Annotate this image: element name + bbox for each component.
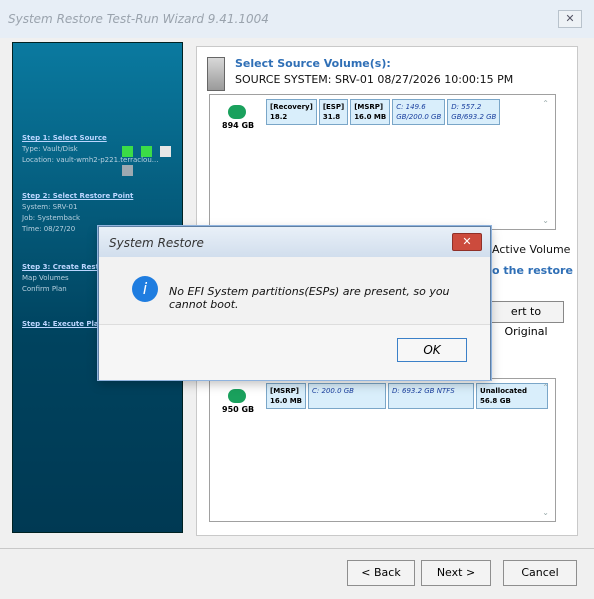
- source-disk-box: 894 GB [Recovery] 18.2 [ESP] 31.8 [MSRP] 16…: [209, 94, 556, 230]
- active-volume-label: Active Volume: [492, 243, 571, 256]
- system-restore-dialog: System Restore ✕ i No EFI System partiti…: [98, 226, 491, 380]
- disk-1[interactable]: 894 GB: [222, 105, 254, 130]
- disk-2-partitions: [MSRP] 16.0 MB C: 200.0 GB D: 693.2 GB NT…: [266, 383, 549, 409]
- back-button[interactable]: < Back: [347, 560, 415, 586]
- next-button[interactable]: Next >: [421, 560, 491, 586]
- source-system-label: SOURCE SYSTEM: SRV-01 08/27/2026 10:00:1…: [235, 73, 514, 86]
- partition-unallocated[interactable]: Unallocated 56.8 GB: [476, 383, 549, 409]
- title-bar: System Restore Test-Run Wizard 9.41.1004…: [0, 0, 594, 38]
- scroll-down-icon-2[interactable]: ⌄: [542, 508, 549, 517]
- scroll-up-icon[interactable]: ⌃: [542, 99, 549, 108]
- disk-2-size: 950 GB: [222, 405, 255, 414]
- progress-square-3: [160, 146, 172, 157]
- progress-square-4: [122, 165, 133, 176]
- dialog-message: No EFI System partitions(ESPs) are prese…: [169, 285, 450, 311]
- partition-c-2[interactable]: C: 200.0 GB: [308, 383, 387, 409]
- step-2-detail-1: System: SRV-01: [22, 203, 78, 211]
- step-3-title[interactable]: Step 3: Create Restor: [22, 263, 107, 271]
- partition-c[interactable]: C: 149.6 GB/200.0 GB: [392, 99, 446, 125]
- disk-icon: [228, 105, 246, 119]
- server-icon: [207, 57, 225, 91]
- revert-to-original-button[interactable]: ert to Original: [488, 301, 564, 338]
- step-4[interactable]: Step 4: Execute Plan: [22, 320, 104, 328]
- scroll-down-icon[interactable]: ⌄: [542, 216, 549, 225]
- disk-1-partitions: [Recovery] 18.2 [ESP] 31.8 [MSRP] 16.0 MB C…: [266, 99, 501, 125]
- restore-link[interactable]: o the restore: [492, 264, 573, 277]
- panel-heading: Select Source Volume(s):: [235, 57, 391, 70]
- step-1-title[interactable]: Step 1: Select Source: [22, 134, 158, 142]
- scroll-up-icon-2[interactable]: ⌃: [542, 383, 549, 392]
- disk-1-size: 894 GB: [222, 121, 255, 130]
- footer-separator: [0, 548, 594, 549]
- dialog-title: System Restore: [109, 236, 204, 250]
- dialog-close-button[interactable]: ✕: [452, 233, 482, 251]
- step-1-detail-2: Location: vault-wmh2-p221.terraclou...: [22, 156, 159, 164]
- step-3[interactable]: Step 3: Create Restor Map Volumes Confir…: [22, 263, 107, 293]
- step-3-detail-2: Confirm Plan: [22, 285, 67, 293]
- partition-recovery[interactable]: [Recovery] 18.2: [266, 99, 317, 125]
- step-1-detail-1: Type: Vault/Disk: [22, 145, 78, 153]
- window-title: System Restore Test-Run Wizard 9.41.1004: [8, 12, 269, 26]
- ok-button[interactable]: OK: [397, 338, 467, 362]
- partition-d-2[interactable]: D: 693.2 GB NTFS: [388, 383, 475, 409]
- target-disk-box: 950 GB [MSRP] 16.0 MB C: 200.0 GB D: 693.…: [209, 378, 556, 522]
- disk-icon: [228, 389, 246, 403]
- close-button[interactable]: ✕: [558, 10, 582, 28]
- step-4-title[interactable]: Step 4: Execute Plan: [22, 320, 104, 328]
- step-1[interactable]: Step 1: Select Source Type: Vault/Disk L…: [22, 134, 158, 164]
- partition-d[interactable]: D: 557.2 GB/693.2 GB: [447, 99, 501, 125]
- dialog-title-bar: System Restore ✕: [99, 227, 490, 257]
- disk-2[interactable]: 950 GB: [222, 389, 254, 414]
- step-3-detail-1: Map Volumes: [22, 274, 69, 282]
- partition-msrp[interactable]: [MSRP] 16.0 MB: [350, 99, 391, 125]
- partition-esp[interactable]: [ESP] 31.8: [318, 99, 349, 125]
- cancel-button[interactable]: Cancel: [503, 560, 577, 586]
- step-2-title[interactable]: Step 2: Select Restore Point: [22, 192, 133, 200]
- partition-msrp-2[interactable]: [MSRP] 16.0 MB: [266, 383, 307, 409]
- step-2-detail-2: Job: Systemback: [22, 214, 81, 222]
- info-icon: i: [132, 276, 158, 302]
